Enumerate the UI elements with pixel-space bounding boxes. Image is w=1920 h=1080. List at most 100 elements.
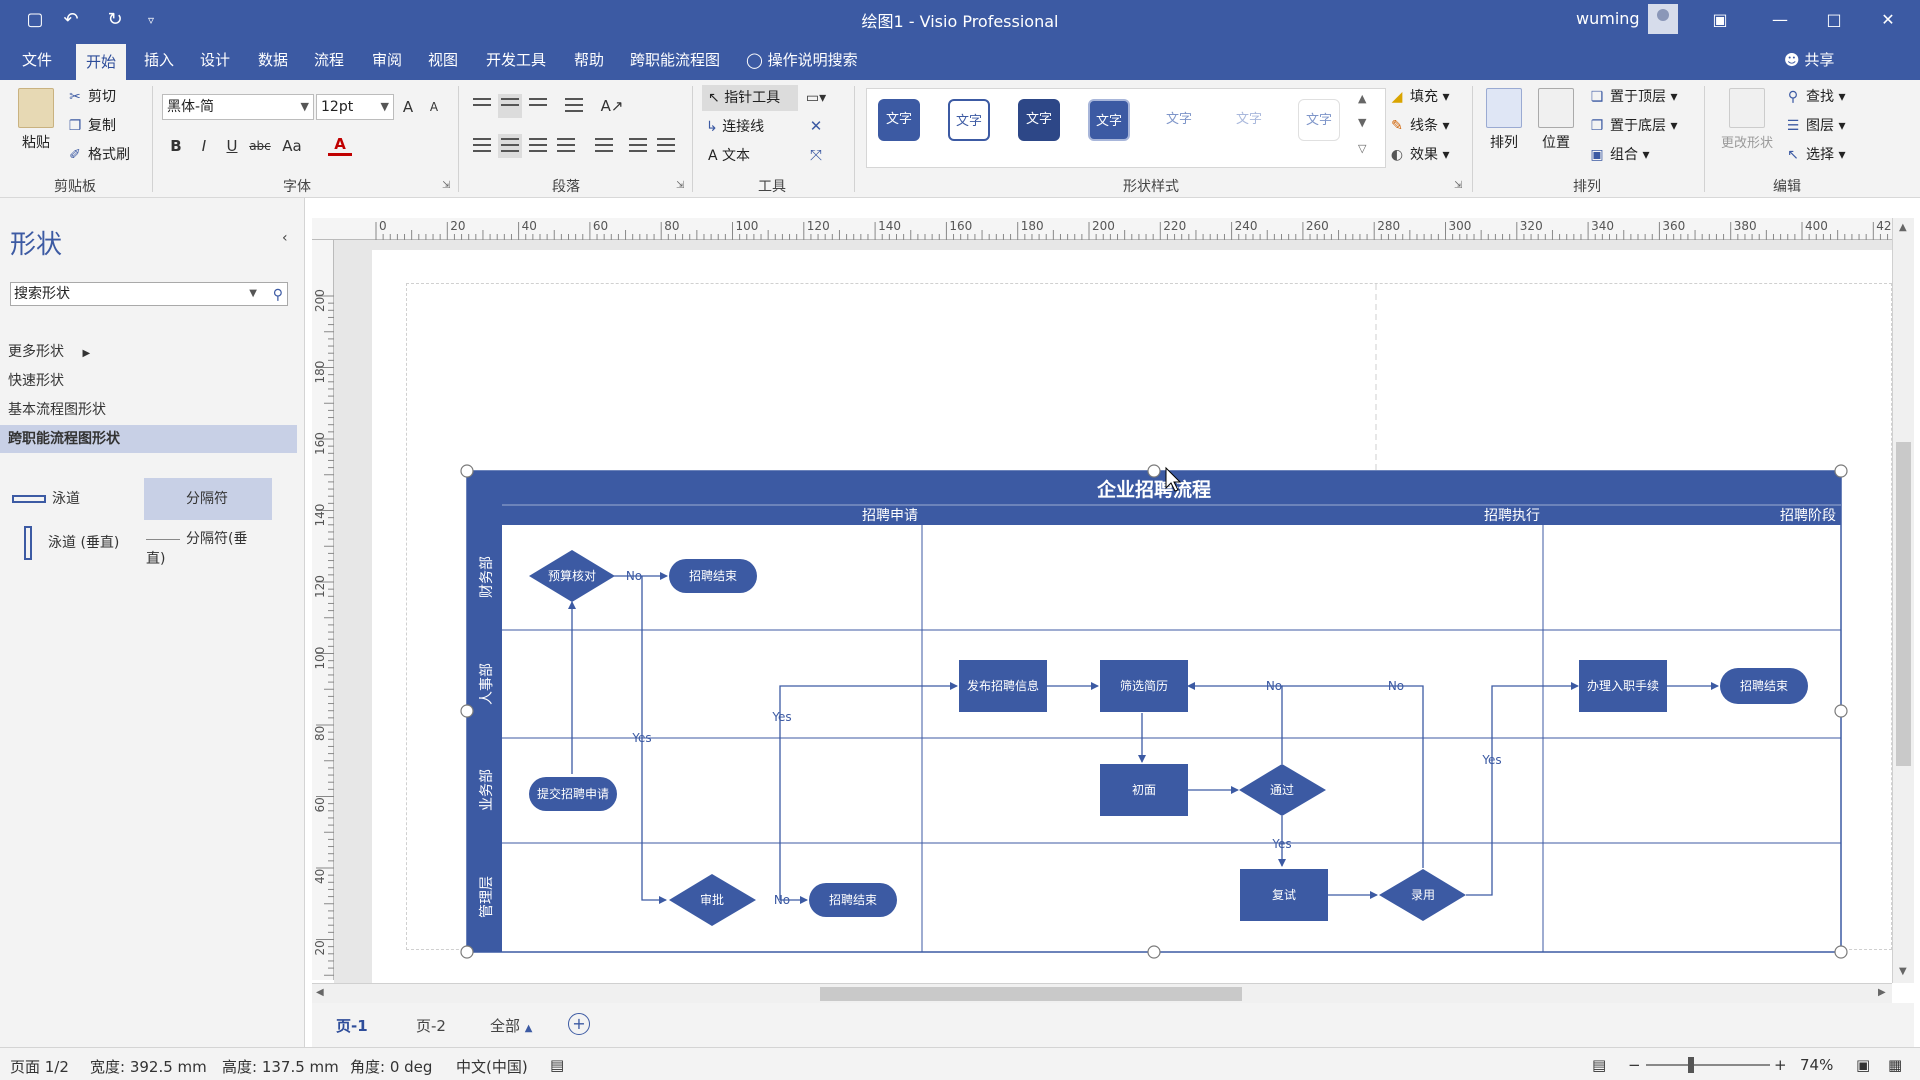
share-button[interactable]: ☻ 共享 (1784, 40, 1834, 80)
gallery-more-icon[interactable]: ▽ (1358, 142, 1366, 155)
italic-button[interactable]: I (192, 134, 216, 158)
dialog-launcher-icon[interactable]: ⇲ (442, 180, 450, 191)
find-button[interactable]: ⚲ 查找 ▾ (1784, 85, 1846, 109)
macro-icon[interactable]: ▤ (550, 1056, 564, 1074)
pointer-tool-button[interactable]: ↖ 指针工具 (702, 85, 798, 111)
chevron-left-icon[interactable]: ‹ (282, 230, 288, 246)
distribute-icon[interactable] (592, 134, 616, 158)
line-button[interactable]: ✎ 线条 ▾ (1388, 114, 1449, 138)
text-tool-button[interactable]: A 文本 (708, 143, 750, 169)
font-color-button[interactable]: A (328, 132, 352, 156)
shrink-font-button[interactable]: A (422, 95, 446, 119)
rectangle-icon[interactable]: ▭▾ (804, 86, 828, 110)
ribbon-display-icon[interactable]: ▣ (1700, 6, 1740, 34)
master-swimlane[interactable]: 泳道 (12, 488, 80, 508)
search-icon[interactable]: ⚲ (273, 284, 283, 306)
bring-to-front-button[interactable]: ❏ 置于顶层 ▾ (1588, 85, 1678, 109)
minimize-icon[interactable]: — (1760, 6, 1800, 34)
grow-font-button[interactable]: A (396, 95, 420, 119)
page-tab-2[interactable]: 页-2 (416, 1015, 446, 1036)
vertical-ruler[interactable]: 200 180 160 140 120 100 80 60 40 20 (312, 240, 334, 980)
tab-home[interactable]: 开始 (76, 44, 127, 80)
zoom-slider[interactable] (1646, 1064, 1770, 1066)
increase-indent-icon[interactable] (654, 134, 678, 158)
effects-button[interactable]: ◐ 效果 ▾ (1388, 143, 1450, 167)
style-sample[interactable]: 文字 (1088, 99, 1130, 141)
justify-icon[interactable] (554, 134, 578, 158)
maximize-icon[interactable]: □ (1814, 6, 1854, 34)
zoom-in-icon[interactable]: + (1774, 1056, 1787, 1074)
zoom-level[interactable]: 74% (1800, 1056, 1833, 1074)
search-shapes-input[interactable]: 搜索形状 ▼ ⚲ (10, 282, 288, 306)
align-bottom-icon[interactable] (526, 94, 550, 118)
gallery-up-icon[interactable]: ▲ (1358, 92, 1366, 105)
horizontal-scroll-thumb[interactable] (820, 987, 1242, 1001)
scroll-left-icon[interactable]: ◀ (316, 987, 324, 998)
align-middle-icon[interactable] (498, 94, 522, 118)
master-swimlane-vertical[interactable]: 泳道 (垂直) (24, 526, 119, 560)
scroll-down-icon[interactable]: ▼ (1899, 966, 1907, 977)
align-center-icon[interactable] (498, 134, 522, 158)
font-family-select[interactable]: 黑体-简 ▼ (162, 94, 314, 120)
stencil-basic-flowchart[interactable]: 基本流程图形状 (0, 396, 297, 424)
fit-page-icon[interactable]: ▣ (1856, 1056, 1870, 1074)
stencil-more-shapes[interactable]: 更多形状 ▶ (0, 338, 297, 366)
style-sample[interactable]: 文字 (948, 99, 990, 141)
select-button[interactable]: ↖ 选择 ▾ (1784, 143, 1845, 167)
tab-help[interactable]: 帮助 (564, 40, 614, 80)
switch-windows-icon[interactable]: ▦ (1888, 1056, 1902, 1074)
bold-button[interactable]: B (164, 134, 188, 158)
master-separator-vertical[interactable]: 分隔符(垂直) (146, 528, 256, 568)
zoom-out-icon[interactable]: − (1628, 1056, 1641, 1074)
vertical-scrollbar[interactable]: ▲ ▼ (1892, 218, 1914, 983)
chevron-down-icon[interactable]: ▼ (249, 283, 257, 305)
style-sample[interactable]: 文字 (1298, 99, 1340, 141)
avatar[interactable] (1648, 4, 1678, 34)
status-language[interactable]: 中文(中国) (456, 1056, 528, 1077)
add-page-icon[interactable]: + (568, 1013, 590, 1035)
page-tab-1[interactable]: 页-1 (336, 1015, 368, 1036)
layers-button[interactable]: ☰ 图层 ▾ (1784, 114, 1846, 138)
change-shape-button[interactable]: 更改形状 (1714, 88, 1780, 151)
dialog-launcher-icon[interactable]: ⇲ (1454, 180, 1462, 191)
cut-button[interactable]: ✂ 剪切 (66, 85, 116, 109)
horizontal-scrollbar[interactable]: ◀ ▶ (312, 983, 1892, 1003)
strikethrough-button[interactable]: abc (248, 134, 272, 158)
stencil-quick-shapes[interactable]: 快速形状 (0, 367, 297, 395)
master-separator[interactable]: 分隔符 (186, 488, 228, 508)
tab-view[interactable]: 视图 (418, 40, 468, 80)
copy-button[interactable]: ❐ 复制 (66, 114, 116, 138)
gallery-down-icon[interactable]: ▼ (1358, 116, 1366, 129)
user-name[interactable]: wuming (1576, 9, 1640, 28)
tab-insert[interactable]: 插入 (134, 40, 184, 80)
connector-button[interactable]: ↳ 连接线 (706, 114, 764, 140)
dialog-launcher-icon[interactable]: ⇲ (676, 180, 684, 191)
tab-cross-functional[interactable]: 跨职能流程图 (620, 40, 730, 80)
tab-file[interactable]: 文件 (12, 40, 62, 80)
format-painter-button[interactable]: ✐ 格式刷 (66, 143, 130, 167)
send-to-back-button[interactable]: ❐ 置于底层 ▾ (1588, 114, 1678, 138)
scroll-up-icon[interactable]: ▲ (1899, 222, 1907, 233)
vertical-scroll-thumb[interactable] (1896, 442, 1911, 766)
tell-me-search[interactable]: ◯ 操作说明搜索 (746, 40, 858, 80)
font-size-select[interactable]: 12pt ▼ (316, 94, 394, 120)
tab-review[interactable]: 审阅 (362, 40, 412, 80)
horizontal-ruler[interactable]: 0 20 40 60 80 100 120 140 160 180 200 220 240 260 280 3… (312, 218, 1899, 240)
fill-button[interactable]: ◢ 填充 ▾ (1388, 85, 1450, 109)
stencil-cross-functional[interactable]: 跨职能流程图形状 (0, 425, 297, 453)
tab-process[interactable]: 流程 (304, 40, 354, 80)
style-sample[interactable]: 文字 (1018, 99, 1060, 141)
zoom-slider-thumb[interactable] (1688, 1057, 1694, 1073)
tab-developer[interactable]: 开发工具 (476, 40, 556, 80)
change-case-button[interactable]: Aa (280, 134, 304, 158)
align-top-icon[interactable] (470, 94, 494, 118)
style-sample[interactable]: 文字 (1158, 99, 1200, 141)
style-sample[interactable]: 文字 (1228, 99, 1270, 141)
status-page[interactable]: 页面 1/2 (10, 1056, 69, 1077)
style-sample[interactable]: 文字 (878, 99, 920, 141)
decrease-indent-icon[interactable] (626, 134, 650, 158)
paste-button[interactable]: 粘贴 (14, 88, 58, 152)
arrange-button[interactable]: 排列 (1482, 88, 1526, 152)
tab-design[interactable]: 设计 (190, 40, 240, 80)
group-button[interactable]: ▣ 组合 ▾ (1588, 143, 1649, 167)
